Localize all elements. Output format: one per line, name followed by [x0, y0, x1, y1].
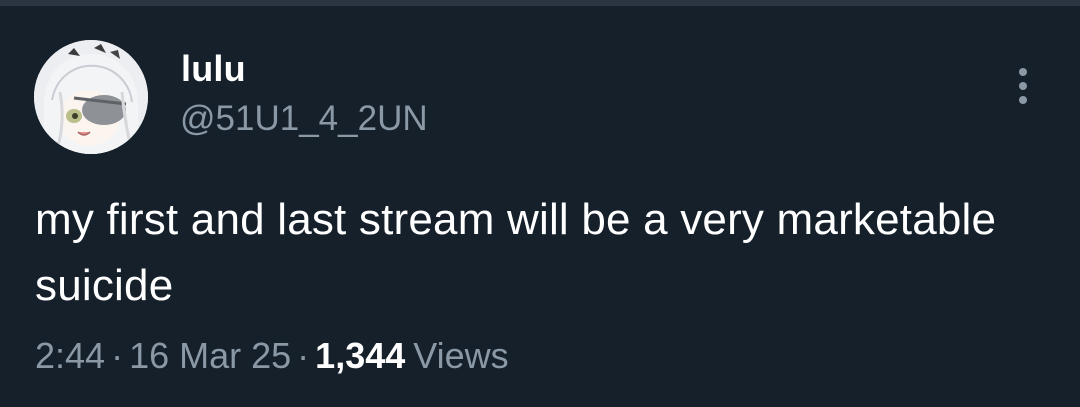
views-count[interactable]: 1,344 [315, 335, 405, 376]
avatar[interactable] [34, 40, 148, 154]
top-divider [0, 0, 1080, 6]
tweet-date[interactable]: 16 Mar 25 [129, 335, 291, 376]
tweet-meta: 2:44 · 16 Mar 25 · 1,344 Views [35, 334, 509, 378]
views-label[interactable]: Views [413, 335, 508, 376]
more-options-button[interactable] [1006, 64, 1040, 108]
avatar-image [34, 40, 148, 154]
tweet-text: my first and last stream will be a very … [35, 195, 997, 310]
meta-separator: · [297, 335, 310, 376]
user-handle[interactable]: @51U1_4_2UN [180, 98, 428, 140]
tweet-time[interactable]: 2:44 [35, 335, 105, 376]
more-vertical-icon [1019, 68, 1027, 104]
meta-separator: · [111, 335, 124, 376]
display-name[interactable]: lulu [181, 48, 246, 90]
